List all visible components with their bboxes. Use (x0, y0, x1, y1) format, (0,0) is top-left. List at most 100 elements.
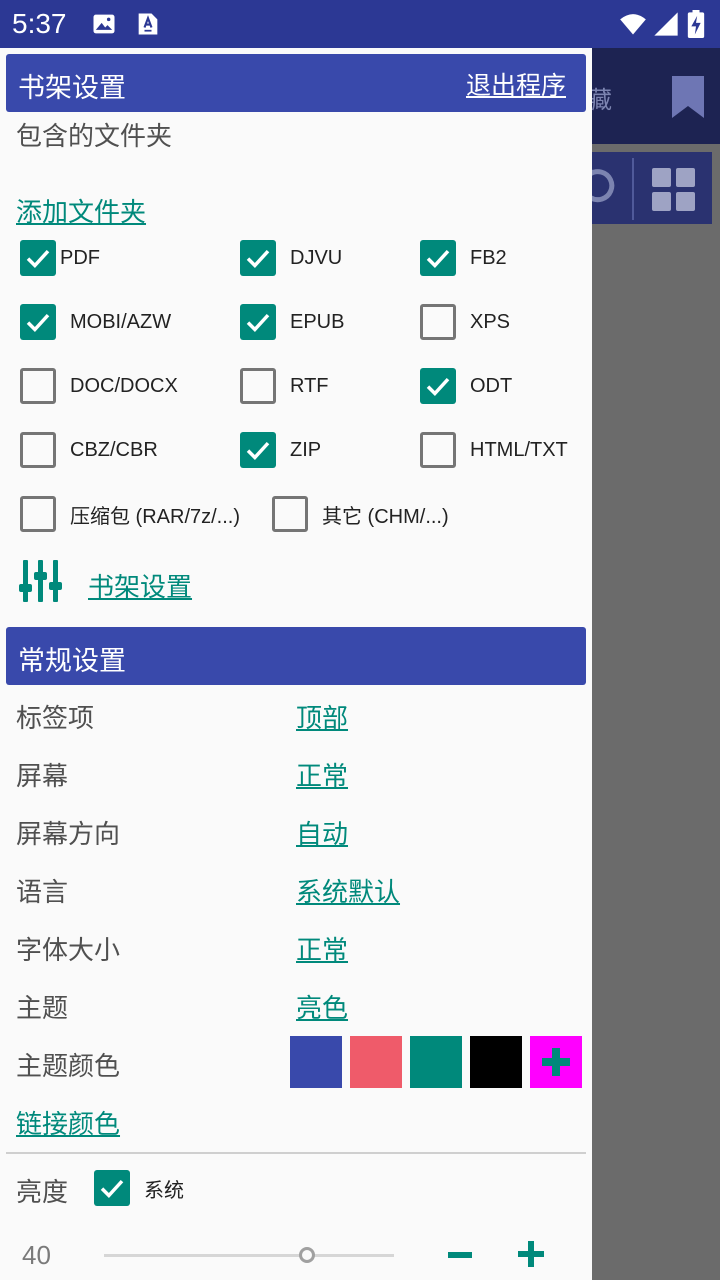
format-checkbox-djvu[interactable]: DJVU (240, 240, 342, 276)
check-icon (426, 249, 450, 269)
format-label: RTF (290, 374, 329, 397)
section-divider (6, 1152, 586, 1154)
format-label: CBZ/CBR (70, 438, 158, 461)
checkbox-box (240, 432, 276, 468)
checkbox-box (420, 240, 456, 276)
checkbox-box (20, 496, 56, 532)
checkbox-box (20, 240, 56, 276)
font-size-value[interactable]: 正常 (296, 930, 348, 967)
bookmark-icon (672, 76, 704, 118)
format-label: ODT (470, 374, 513, 397)
plus-icon (542, 1048, 570, 1076)
signal-icon (654, 12, 678, 36)
grid-view-icon (652, 168, 695, 211)
format-checkbox-html-txt[interactable]: HTML/TXT (420, 432, 568, 468)
toolbar-divider (632, 158, 634, 220)
theme-color-swatch-red[interactable] (350, 1036, 402, 1088)
screen-label: 屏幕 (16, 762, 69, 792)
theme-color-swatch-black[interactable] (470, 1036, 522, 1088)
shelf-settings-link[interactable]: 书架设置 (88, 567, 192, 604)
link-color-link[interactable]: 链接颜色 (16, 1104, 120, 1141)
format-checkbox-mobi-azw[interactable]: MOBI/AZW (20, 304, 171, 340)
format-label: DJVU (290, 246, 343, 269)
format-label: HTML/TXT (470, 438, 568, 461)
image-notification-icon (93, 14, 115, 34)
format-checkbox-epub[interactable]: EPUB (240, 304, 344, 340)
checkbox-box (272, 496, 308, 532)
checkbox-box (20, 432, 56, 468)
brightness-value: 40 (22, 1240, 51, 1270)
format-checkbox-zip[interactable]: ZIP (240, 432, 321, 468)
check-icon (246, 441, 270, 461)
format-checkbox-xps[interactable]: XPS (420, 304, 510, 340)
check-icon (26, 313, 50, 333)
general-settings-header: 常规设置 (6, 627, 586, 685)
add-theme-color-button[interactable] (530, 1036, 582, 1088)
clock: 5:37 (12, 8, 67, 39)
checkbox-box (240, 368, 276, 404)
format-checkbox-cbz-cbr[interactable]: CBZ/CBR (20, 432, 158, 468)
language-value[interactable]: 系统默认 (296, 872, 400, 909)
format-checkbox-odt[interactable]: ODT (420, 368, 512, 404)
font-size-label: 字体大小 (16, 936, 121, 966)
exit-app-link[interactable]: 退出程序 (466, 66, 566, 102)
orientation-value[interactable]: 自动 (296, 814, 348, 851)
format-checkbox-archives[interactable]: 压缩包 (RAR/7z/...) (20, 496, 240, 532)
format-label: MOBI/AZW (70, 310, 172, 333)
checkbox-box (420, 432, 456, 468)
check-icon (26, 249, 50, 269)
format-label: 压缩包 (RAR/7z/...) (70, 505, 241, 528)
checkbox-box (94, 1170, 130, 1206)
format-checkbox-fb2[interactable]: FB2 (420, 240, 507, 276)
format-checkbox-doc-docx[interactable]: DOC/DOCX (20, 368, 178, 404)
check-icon (246, 313, 270, 333)
format-label: FB2 (470, 246, 507, 269)
shelf-settings-title: 书架设置 (18, 73, 126, 104)
checkbox-box (420, 368, 456, 404)
general-settings-title: 常规设置 (18, 646, 126, 677)
increase-icon[interactable] (516, 1239, 546, 1269)
shelf-settings-header: 书架设置 退出程序 (6, 54, 586, 112)
check-icon (426, 377, 450, 397)
format-label: EPUB (290, 310, 345, 333)
format-label: DOC/DOCX (70, 374, 178, 397)
check-icon (100, 1179, 124, 1199)
brightness-label: 亮度 (16, 1178, 69, 1208)
checkbox-box (240, 304, 276, 340)
add-folder-link[interactable]: 添加文件夹 (16, 192, 146, 229)
settings-drawer: 书架设置 退出程序 包含的文件夹 添加文件夹 PDF DJVU FB2 MOBI… (0, 48, 592, 1280)
format-label: PDF (60, 246, 100, 269)
checkbox-box (20, 368, 56, 404)
theme-color-swatch-blue[interactable] (290, 1036, 342, 1088)
theme-label: 主题 (16, 994, 69, 1024)
decrease-icon[interactable] (446, 1241, 474, 1269)
tab-position-label: 标签项 (16, 704, 95, 734)
background-app: 藏 (581, 48, 720, 1280)
language-label: 语言 (16, 878, 69, 908)
included-folders-label: 包含的文件夹 (16, 122, 173, 152)
wifi-icon (620, 14, 646, 35)
orientation-label: 屏幕方向 (16, 820, 121, 850)
theme-value[interactable]: 亮色 (296, 988, 348, 1025)
brightness-system-checkbox[interactable]: 系统 (94, 1170, 184, 1206)
brightness-slider-track[interactable] (104, 1254, 394, 1257)
format-checkbox-rtf[interactable]: RTF (240, 368, 329, 404)
sliders-icon[interactable] (18, 558, 64, 604)
theme-color-label: 主题颜色 (16, 1052, 121, 1082)
checkbox-box (20, 304, 56, 340)
format-label: ZIP (290, 438, 322, 461)
format-label: 其它 (CHM/...) (322, 505, 449, 528)
theme-color-swatch-teal[interactable] (410, 1036, 462, 1088)
format-label: XPS (470, 310, 511, 333)
app-notification-icon (138, 13, 158, 35)
screen-value[interactable]: 正常 (296, 756, 348, 793)
status-bar: 5:37 (0, 0, 720, 48)
checkbox-box (240, 240, 276, 276)
checkbox-box (420, 304, 456, 340)
brightness-slider-thumb[interactable] (299, 1247, 315, 1263)
format-checkbox-pdf[interactable]: PDF (20, 240, 100, 276)
check-icon (246, 249, 270, 269)
tab-position-value[interactable]: 顶部 (296, 698, 348, 735)
brightness-system-label: 系统 (144, 1179, 184, 1202)
format-checkbox-other[interactable]: 其它 (CHM/...) (272, 496, 449, 532)
